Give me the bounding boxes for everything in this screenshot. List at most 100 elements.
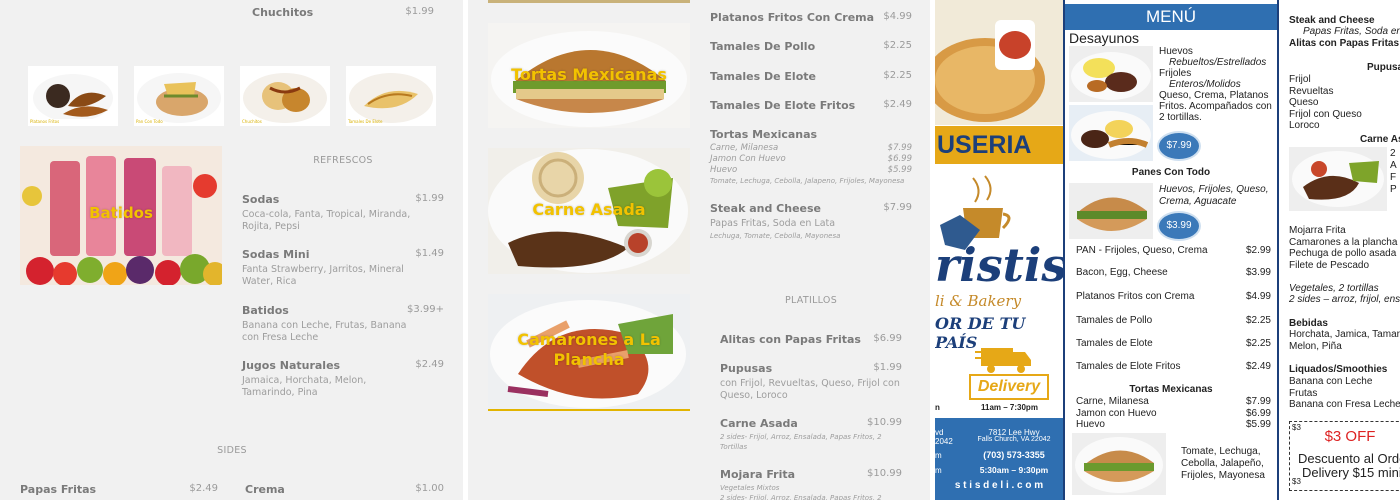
section-desayunos: Desayunos (1069, 30, 1140, 46)
brand-title: USERIA (937, 131, 1032, 159)
item-price: $2.25 (883, 40, 912, 51)
menu-title: MENÚ (1065, 4, 1277, 30)
item-desc: Papas Fritas, Soda en Lata (710, 218, 836, 229)
flyer-liquados: Liquados/Smoothies (1289, 364, 1388, 375)
flyer-item-price: $2.49 (1245, 361, 1271, 372)
flyer-item-name: Tamales de Elote Fritos (1076, 361, 1181, 372)
carne-side: 2 (1390, 148, 1396, 159)
torta-photo[interactable] (1072, 433, 1166, 495)
phone-number[interactable]: (703) 573-3355 (965, 450, 1063, 460)
batidos-photo[interactable]: Batidos (20, 146, 222, 285)
item-desc: Coca-cola, Fanta, Tropical, Miranda, Roj… (242, 209, 411, 232)
flyer-torta-price: $5.99 (1245, 419, 1271, 430)
desayuno-photo[interactable] (1069, 46, 1153, 102)
flyer-item-name: Tamales de Elote (1076, 338, 1153, 349)
pupusa-option: Frijol con Queso (1289, 108, 1362, 120)
website-link[interactable]: s t i s d e l i . c o m (935, 480, 1063, 491)
item-price: $10.99 (867, 417, 902, 428)
contact-band: vd 2042 m m 7812 Lee Hwy Falls Church, V… (935, 418, 1063, 500)
flyer-item-name: Tamales de Pollo (1076, 315, 1153, 326)
liquado-option: Frutas (1289, 387, 1318, 399)
price-badge: $3.99 (1159, 213, 1199, 239)
plato-name: Mojarra Frita (1289, 225, 1346, 236)
thumbnail-tamales[interactable]: Tamales De Elote (346, 66, 436, 126)
photo-underline (488, 409, 690, 411)
coupon[interactable]: $3 $3 OFF Descuento al Orde Delivery $15… (1289, 421, 1400, 491)
liquado-option: Banana con Leche (1289, 376, 1373, 387)
tortas-photo[interactable]: Tortas Mexicanas (488, 23, 690, 128)
flyer-alitas: Alitas con Papas Fritas (1289, 38, 1400, 49)
address-fragment: vd (935, 428, 944, 437)
torta-line: Carne, Milanesa $7.99 (710, 143, 912, 154)
flyer-torta-price: $6.99 (1245, 408, 1271, 419)
section-tortas: Tortas Mexicanas (1129, 384, 1213, 395)
coupon-line: Descuento al Orde (1298, 451, 1400, 466)
menu-item-tortas: Tortas Mexicanas Carne, Milanesa $7.99 J… (710, 128, 912, 186)
item-price: $7.99 (883, 202, 912, 213)
menu-panel-left: Chuchitos $1.99 Platanos Fritos Pan Con … (0, 0, 463, 500)
section-panes: Panes Con Todo (1131, 167, 1211, 178)
item-note: Vegetales Mixtos 2 sides- Frijol, Arroz,… (720, 484, 882, 500)
flyer-item-price: $4.99 (1245, 291, 1271, 302)
brand-banner: USERIA (935, 126, 1063, 164)
item-price: $1.49 (415, 248, 444, 259)
torta-line-price: $5.99 (887, 165, 912, 175)
item-price: $2.49 (415, 359, 444, 370)
item-price: $10.99 (867, 468, 902, 479)
carne-side: F (1390, 172, 1397, 183)
thumbnail-caption: Platanos Fritos (30, 119, 60, 124)
item-desc: Jamaica, Horchata, Melon, Tamarindo, Pin… (242, 375, 367, 398)
brand-tagline: li & Bakery (935, 292, 1022, 310)
coupon-line: Delivery $15 mini (1302, 465, 1400, 480)
flyer-item-name: PAN - Frijoles, Queso, Crema (1076, 245, 1208, 256)
refresco-item: Jugos Naturales $2.49 Jamaica, Horchata,… (242, 359, 444, 399)
refresco-item: Batidos $3.99+ Banana con Leche, Frutas,… (242, 304, 444, 344)
torta-line-name: Jamon Con Huevo (710, 154, 786, 164)
pupusa-option: Queso (1289, 97, 1319, 108)
section-title-refrescos: REFRESCOS (313, 155, 373, 166)
section-title-sides: SIDES (217, 445, 247, 456)
hours-fragment: n (935, 403, 940, 412)
photo-caption: Tortas Mexicanas (511, 65, 667, 84)
item-price: $3.99+ (406, 304, 444, 315)
carne-asada-photo[interactable]: Carne Asada (488, 148, 690, 274)
flyer-steak: Steak and Cheese (1289, 15, 1375, 26)
address-fragment: 2042 (935, 437, 953, 446)
pupusa-photo[interactable] (935, 0, 1063, 125)
huevos-style: Rebueltos/Estrellados (1169, 57, 1267, 68)
item-price: $2.25 (883, 70, 912, 81)
menu-item: Tamales De Elote $2.25 (710, 70, 912, 83)
huevos-desc: Huevos Rebueltos/Estrellados Frijoles En… (1159, 46, 1275, 123)
flyer-torta-name: Huevo (1076, 419, 1105, 430)
coupon-title: $3 OFF (1324, 428, 1376, 445)
menu-item: Tamales De Pollo $2.25 (710, 40, 912, 53)
panes-desc: Huevos, Frijoles, Queso, Crema, Aguacate (1159, 184, 1269, 207)
platillo-item: Mojara Frita $10.99 Vegetales Mixtos 2 s… (720, 468, 902, 500)
flyer-menu-column: MENÚ Desayunos Huevos Rebueltos/Estrella… (1065, 0, 1277, 500)
photo-caption: Carne Asada (532, 200, 646, 219)
item-price: $6.99 (873, 333, 902, 344)
flyer-item-price: $2.25 (1245, 338, 1271, 349)
address-line: Falls Church, VA 22042 (977, 436, 1051, 443)
carne-photo[interactable] (1289, 147, 1387, 211)
desayuno-photo[interactable] (1069, 105, 1153, 161)
flyer-torta-name: Carne, Milanesa (1076, 396, 1149, 407)
pan-photo[interactable] (1069, 183, 1153, 239)
plato-name: Camarones a la plancha (1289, 236, 1398, 248)
thumbnail-platanos[interactable]: Platanos Fritos (28, 66, 118, 126)
menu-item-steak: Steak and Cheese $7.99 Papas Fritas, Sod… (710, 202, 912, 242)
torta-note: Tomate, Lechuga, Cebolla, Jalapeño, Frij… (1181, 446, 1265, 481)
torta-note: Tomate, Lechuga, Cebolla, Jalapeno, Frij… (710, 177, 905, 185)
thumbnail-pan[interactable]: Pan Con Todo (134, 66, 224, 126)
liquado-option: Banana con Fresa Leche (1289, 399, 1400, 410)
thumbnail-chuchitos[interactable]: Chuchitos (240, 66, 330, 126)
brand-logo: ristis (935, 238, 1063, 292)
camarones-photo[interactable]: Camarones a La Plancha (488, 294, 690, 410)
carne-side-list: 2 A F P (1390, 148, 1397, 196)
flyer-item-price: $2.25 (1245, 315, 1271, 326)
refresco-item: Sodas $1.99 Coca-cola, Fanta, Tropical, … (242, 193, 444, 233)
flyer-item-name: Bacon, Egg, Cheese (1076, 267, 1168, 278)
side-name: Papas Fritas (20, 483, 97, 496)
opening-hours: 5:30am – 9:30pm (979, 465, 1049, 475)
torta-line-name: Huevo (710, 165, 738, 175)
